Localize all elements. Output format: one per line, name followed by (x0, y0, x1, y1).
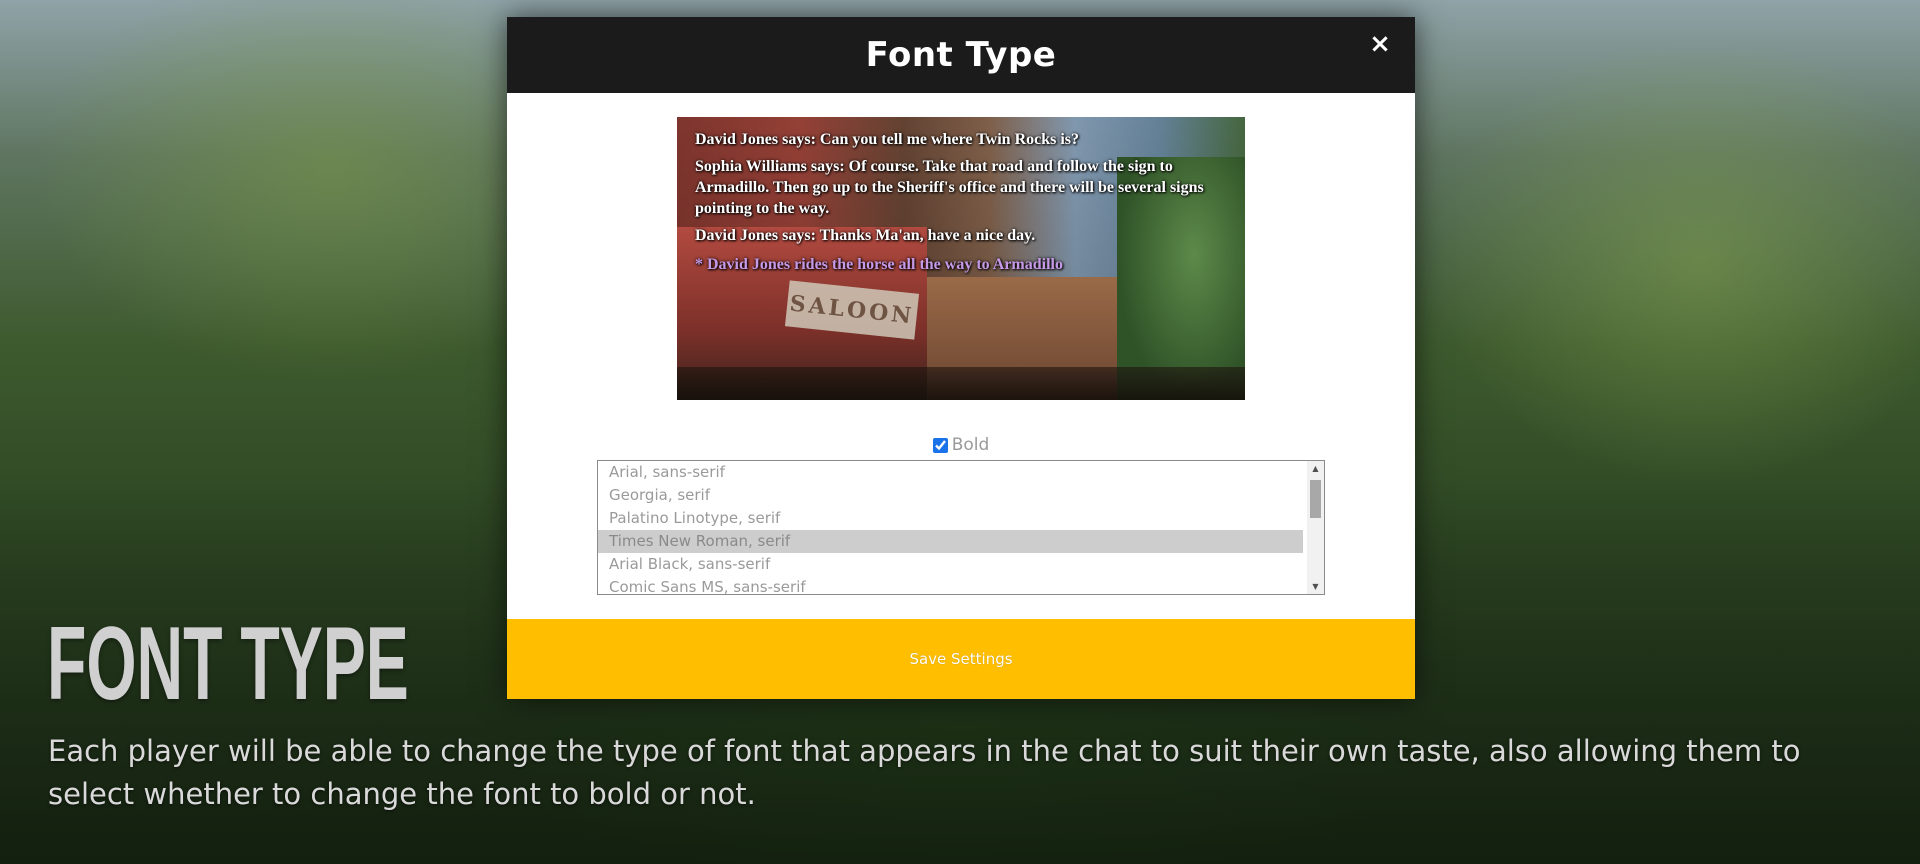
font-option[interactable]: Georgia, serif (598, 484, 1303, 507)
font-option[interactable]: Comic Sans MS, sans-serif (598, 576, 1303, 594)
section-description: Each player will be able to change the t… (48, 734, 1801, 811)
modal-title: Font Type (865, 35, 1057, 75)
chat-line: David Jones says: Thanks Ma'an, have a n… (695, 227, 1036, 244)
scroll-down-icon[interactable]: ▼ (1307, 579, 1324, 594)
font-option[interactable]: Palatino Linotype, serif (598, 507, 1303, 530)
modal-header: Font Type × (507, 17, 1415, 93)
font-option[interactable]: Arial Black, sans-serif (598, 553, 1303, 576)
scrollbar-thumb[interactable] (1310, 480, 1321, 518)
bold-checkbox[interactable] (932, 437, 948, 453)
save-settings-button[interactable]: Save Settings (507, 619, 1415, 699)
chat-line: David Jones says: Can you tell me where … (695, 131, 1080, 148)
font-option[interactable]: Arial, sans-serif (598, 461, 1303, 484)
font-type-modal: Font Type × SALOON David Jones says: Can… (507, 17, 1415, 699)
preview-ground (677, 367, 1245, 400)
listbox-scrollbar[interactable]: ▲ ▼ (1307, 461, 1324, 594)
save-settings-label: Save Settings (909, 650, 1013, 668)
chat-line-narration: * David Jones rides the horse all the wa… (695, 256, 1063, 273)
close-icon[interactable]: × (1365, 29, 1395, 59)
section-heading: FONT TYPE (47, 606, 409, 722)
scroll-up-icon[interactable]: ▲ (1307, 461, 1324, 476)
chat-preview-image: SALOON David Jones says: Can you tell me… (677, 117, 1245, 400)
bold-option: Bold (507, 435, 1415, 455)
font-family-listbox[interactable]: Arial, sans-serif Georgia, serif Palatin… (597, 460, 1325, 595)
bold-label[interactable]: Bold (952, 435, 990, 455)
font-option[interactable]: Times New Roman, serif (598, 530, 1303, 553)
chat-preview-text: David Jones says: Can you tell me where … (695, 123, 1235, 275)
chat-line: Sophia Williams says: Of course. Take th… (695, 158, 1204, 217)
